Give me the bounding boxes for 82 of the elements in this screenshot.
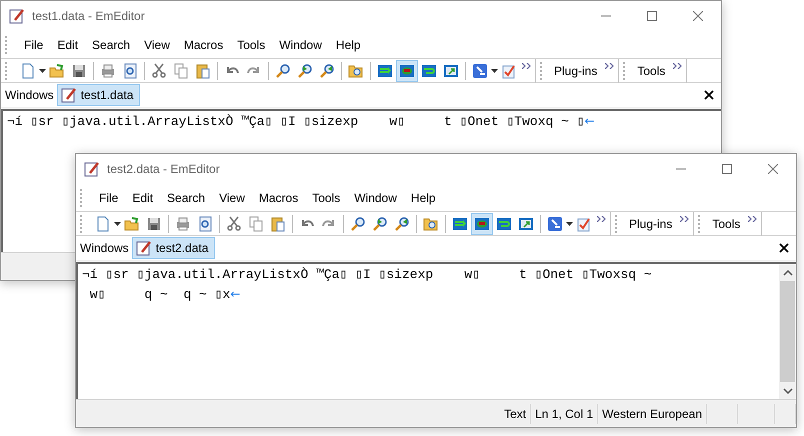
windows-label: Windows xyxy=(5,88,54,102)
notepad-icon xyxy=(84,161,100,177)
dropdown-caret-icon[interactable] xyxy=(39,68,46,72)
checklist-icon[interactable] xyxy=(576,216,592,232)
text-line: ¬í ▯sr ▯java.util.ArrayListxÒ ™Ça▯ ▯I ▯sizexp w▯ t ▯Onet ▯Twoxsq ~ xyxy=(82,266,652,282)
notepad-icon xyxy=(136,240,152,256)
scrollbar[interactable] xyxy=(779,264,796,399)
menu-item[interactable]: View xyxy=(212,190,252,204)
copy-icon[interactable] xyxy=(248,216,264,232)
printer-icon[interactable] xyxy=(175,216,191,232)
find-previous-icon[interactable] xyxy=(319,62,335,78)
toolbar-label[interactable]: Plug-ins xyxy=(552,64,604,78)
menu-item[interactable]: Edit xyxy=(125,190,160,204)
folder-search-icon[interactable] xyxy=(348,62,364,78)
maximize-icon[interactable] xyxy=(647,11,657,21)
checklist-icon[interactable] xyxy=(501,62,517,78)
maximize-icon[interactable] xyxy=(722,164,732,174)
text-line: w▯ q ~ q ~ ▯x xyxy=(88,286,230,302)
toolbar-label[interactable]: Plug-ins xyxy=(627,216,678,230)
menu-item[interactable]: Window xyxy=(347,190,404,204)
find-previous-icon[interactable] xyxy=(394,216,410,232)
copy-icon[interactable] xyxy=(173,62,189,78)
menu-item[interactable]: Search xyxy=(160,190,212,204)
status-text: Western European xyxy=(598,404,707,424)
chevron-icon[interactable] xyxy=(748,216,758,222)
search-icon[interactable] xyxy=(275,62,291,78)
scissors-icon[interactable] xyxy=(151,62,167,78)
menu-item[interactable]: View xyxy=(137,38,177,52)
new-document-icon[interactable] xyxy=(95,216,111,232)
document-tab[interactable]: test2.data xyxy=(132,237,216,259)
new-document-icon[interactable] xyxy=(20,62,36,78)
scroll-down-icon[interactable] xyxy=(782,388,792,394)
print-preview-icon[interactable] xyxy=(122,62,138,78)
window-title: test2.data - EmEditor xyxy=(107,162,221,176)
close-icon[interactable] xyxy=(779,243,789,253)
scissors-icon[interactable] xyxy=(226,216,242,232)
marker-icon[interactable] xyxy=(472,62,488,78)
toolbar-label[interactable]: Tools xyxy=(710,216,746,230)
status-text: Ln 1, Col 1 xyxy=(531,404,598,424)
menu-item[interactable]: Macros xyxy=(252,190,306,204)
text-line: ¬í ▯sr ▯java.util.ArrayListxÒ ™Ça▯ ▯I ▯sizexp w▯ t ▯Onet ▯Twoxq ~ ▯ xyxy=(7,114,585,128)
menu-item[interactable]: Window xyxy=(272,38,329,52)
menu-item[interactable]: Help xyxy=(404,190,443,204)
line-end-mark: ← xyxy=(230,287,240,301)
folder-search-icon[interactable] xyxy=(423,216,439,232)
menu-item[interactable]: File xyxy=(92,190,126,204)
menu-item[interactable]: Help xyxy=(328,38,368,52)
find-next-icon[interactable] xyxy=(372,216,388,232)
find-next-icon[interactable] xyxy=(297,62,313,78)
window-title: test1.data - EmEditor xyxy=(32,9,146,23)
dropdown-caret-icon[interactable] xyxy=(566,222,573,226)
save-icon[interactable] xyxy=(146,216,162,232)
menu-item[interactable]: Edit xyxy=(50,38,86,52)
paste-icon[interactable] xyxy=(195,62,211,78)
marker-icon[interactable] xyxy=(547,216,563,232)
windows-label: Windows xyxy=(80,241,129,255)
paste-icon[interactable] xyxy=(270,216,286,232)
menu-item[interactable]: Macros xyxy=(176,38,230,52)
save-icon[interactable] xyxy=(71,62,87,78)
status-text: Text xyxy=(500,404,532,424)
notepad-icon xyxy=(9,8,25,24)
dropdown-caret-icon[interactable] xyxy=(491,68,498,72)
chevron-icon[interactable] xyxy=(597,216,606,222)
chevron-icon[interactable] xyxy=(673,62,682,68)
toolbar-label[interactable]: Tools xyxy=(635,64,672,78)
menu-item[interactable]: File xyxy=(17,38,50,52)
line-end-mark: ← xyxy=(584,114,595,128)
chevron-icon[interactable] xyxy=(605,62,614,68)
notepad-icon xyxy=(60,87,77,103)
dropdown-caret-icon[interactable] xyxy=(114,222,121,226)
document-tab[interactable]: test1.data xyxy=(56,84,140,106)
chevron-icon[interactable] xyxy=(680,216,690,222)
close-icon[interactable] xyxy=(704,90,714,100)
printer-icon[interactable] xyxy=(100,62,116,78)
scroll-thumb[interactable] xyxy=(780,281,795,382)
scroll-up-icon[interactable] xyxy=(782,270,792,276)
menu-item[interactable]: Tools xyxy=(305,190,348,204)
menu-item[interactable]: Tools xyxy=(230,38,272,52)
menu-item[interactable]: Search xyxy=(85,38,138,52)
chevron-icon[interactable] xyxy=(522,62,531,68)
print-preview-icon[interactable] xyxy=(197,216,213,232)
search-icon[interactable] xyxy=(350,216,366,232)
